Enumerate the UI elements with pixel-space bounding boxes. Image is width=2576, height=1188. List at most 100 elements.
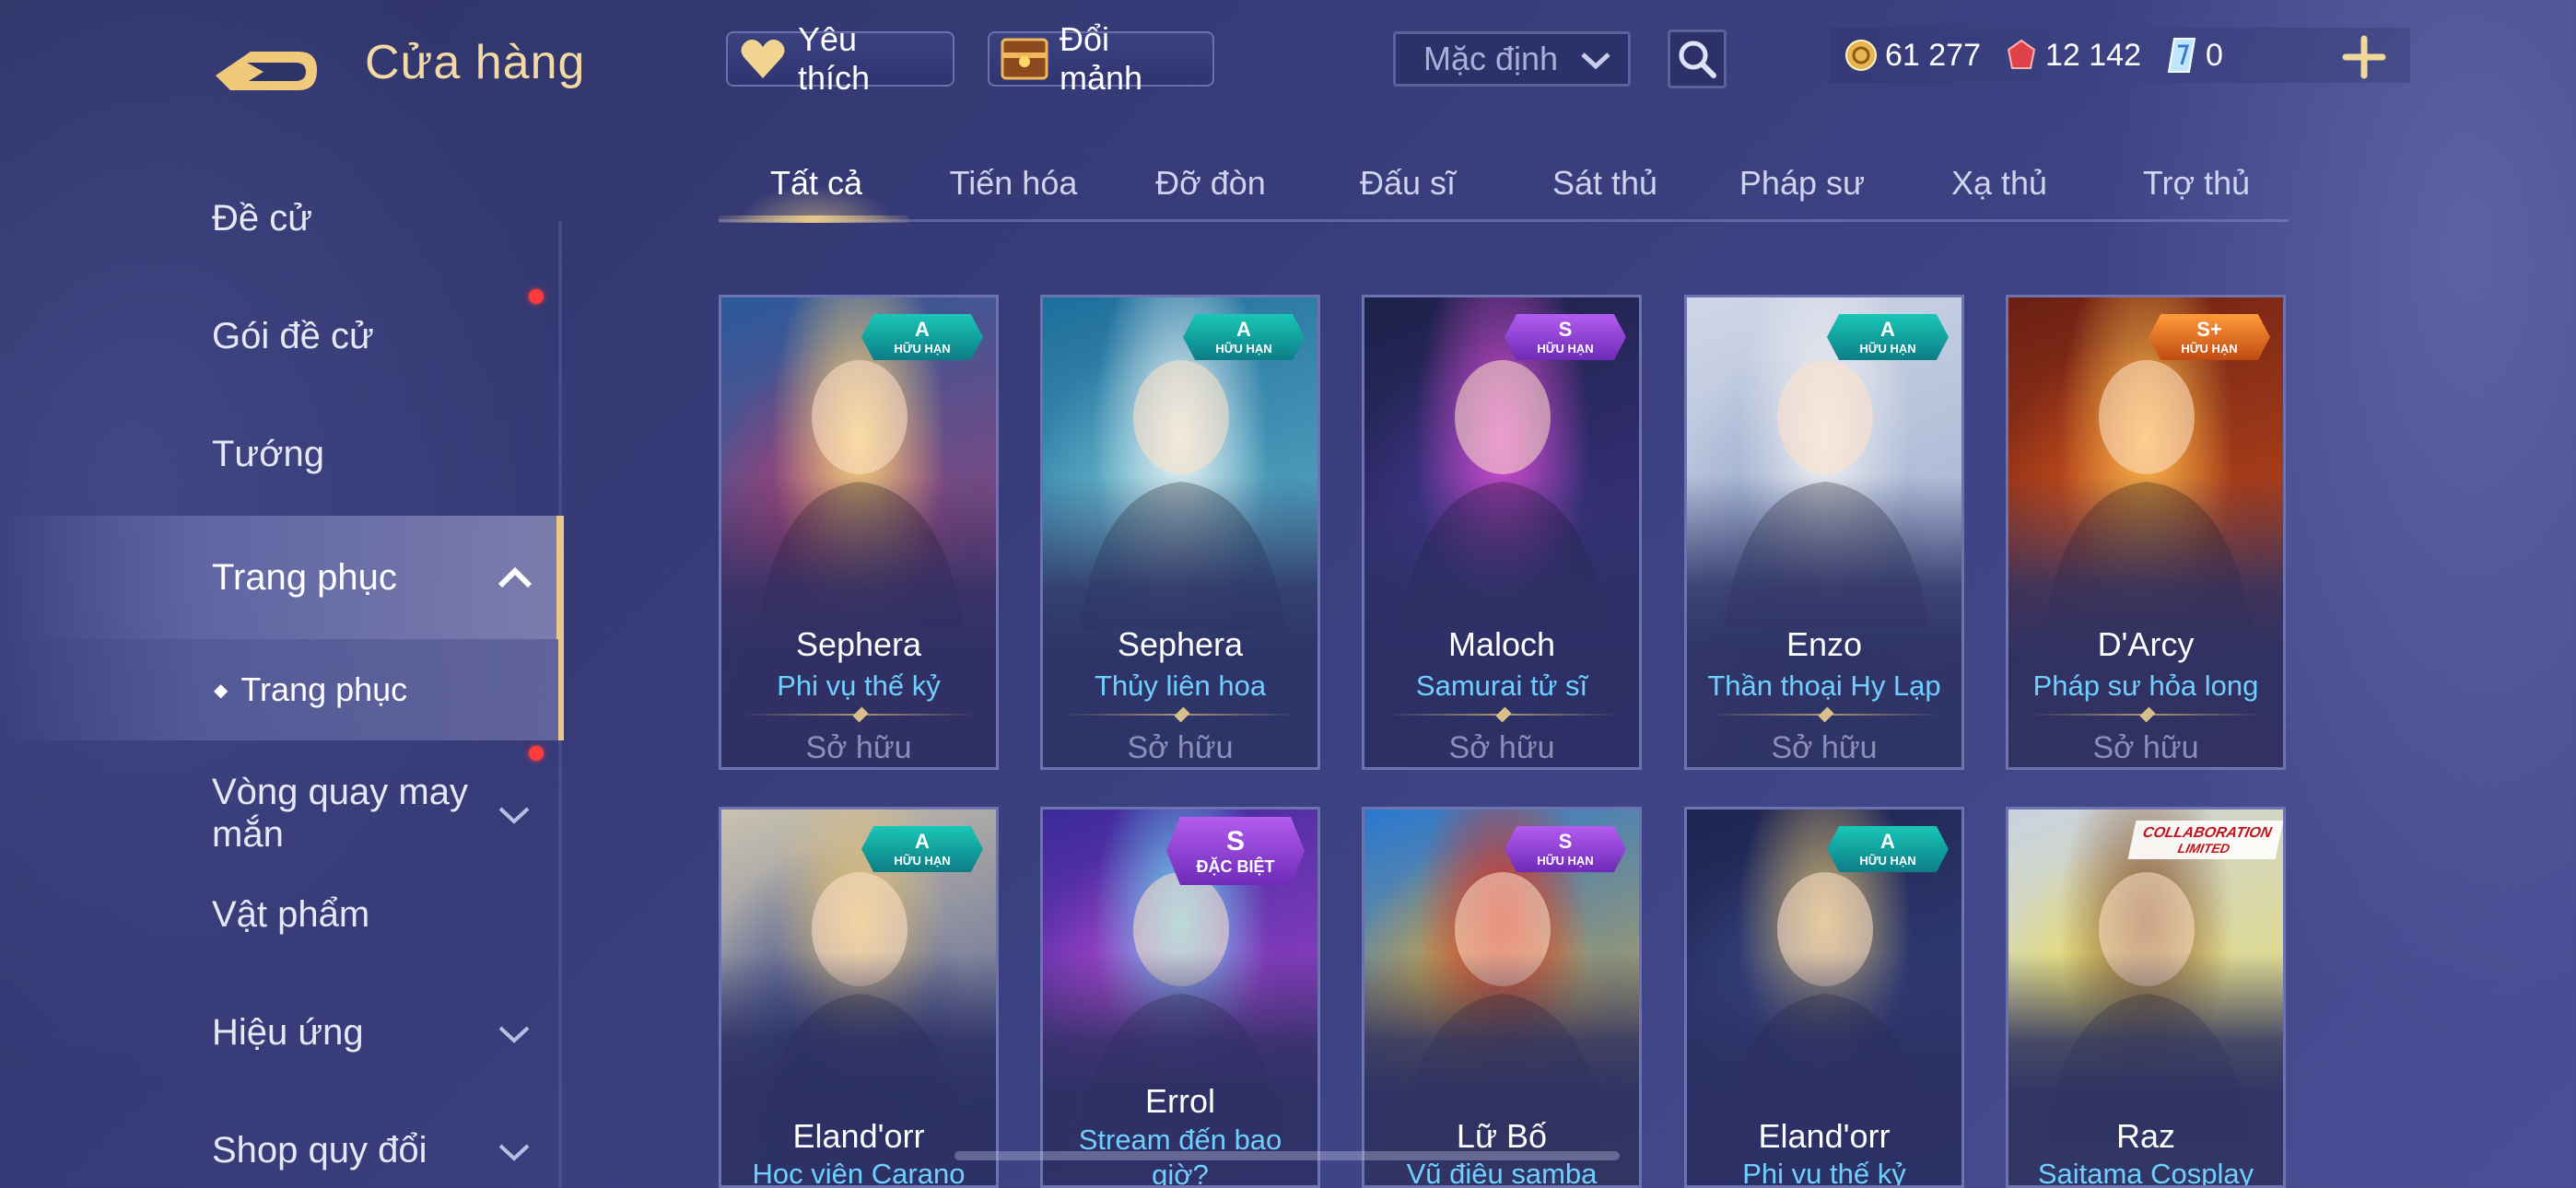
sidebar-item-skins[interactable]: Trang phục <box>0 516 564 639</box>
plus-icon <box>2342 35 2386 79</box>
card-shade <box>1687 475 1961 767</box>
rarity-tag: HỮU HẠN <box>1537 854 1594 868</box>
sidebar-item-items[interactable]: Vật phẩm <box>0 864 564 965</box>
rarity-badge: S ĐẶC BIỆT <box>1166 817 1305 885</box>
favorites-button[interactable]: Yêu thích <box>726 20 954 97</box>
hero-name: Lữ Bố <box>1456 1117 1548 1155</box>
active-indicator <box>556 516 564 639</box>
add-currency-button[interactable] <box>2340 33 2388 81</box>
sidebar-item-label: Hiệu ứng <box>212 1011 364 1053</box>
back-button[interactable] <box>210 39 319 98</box>
tab-fighter[interactable]: Đấu sĩ <box>1310 164 1505 203</box>
skin-name: Saitama Cosplay <box>2037 1158 2254 1188</box>
search-icon <box>1679 41 1716 78</box>
rarity-grade: A <box>915 830 930 853</box>
hero-name: Sephera <box>1117 625 1244 663</box>
rarity-tag: LIMITED <box>2176 840 2231 856</box>
skin-card[interactable]: A HỮU HẠN Eland'orr Phi vụ thế kỷ <box>1684 807 1964 1188</box>
skin-name: Phi vụ thế kỷ <box>777 670 941 702</box>
hero-name: Eland'orr <box>792 1117 925 1155</box>
card-shade <box>721 475 996 767</box>
favorites-label: Yêu thích <box>797 20 871 97</box>
skin-card[interactable]: A HỮU HẠN Enzo Thần thoại Hy Lạp Sở hữu <box>1684 295 1964 770</box>
horizontal-scrollbar[interactable] <box>954 1151 1620 1160</box>
hero-name: Errol <box>1144 1082 1215 1120</box>
skin-card[interactable]: COLLABORATION LIMITED Raz Saitama Cosplay <box>2006 807 2286 1188</box>
rarity-badge: A HỮU HẠN <box>1827 314 1949 360</box>
chevron-down-icon <box>498 793 531 834</box>
skin-card[interactable]: S HỮU HẠN Maloch Samurai tử sĩ Sở hữu <box>1362 295 1642 770</box>
rarity-badge: A HỮU HẠN <box>861 314 983 360</box>
card-shade <box>1364 475 1639 767</box>
tab-assassin[interactable]: Sát thủ <box>1507 164 1703 203</box>
rarity-grade: A <box>1880 830 1895 853</box>
skin-card[interactable]: A HỮU HẠN Sephera Thủy liên hoa Sở hữu <box>1040 295 1320 770</box>
currency-bar: 61 277 12 142 0 <box>1830 28 2410 83</box>
sidebar-item-recommended[interactable]: Đề cử <box>0 168 564 269</box>
gold-amount: 61 277 <box>1885 37 1981 73</box>
back-arrow-icon <box>216 52 317 90</box>
sidebar-item-label: Tướng <box>212 433 324 474</box>
voucher-currency: 12 142 <box>2005 38 2141 74</box>
chevron-up-icon <box>498 557 533 599</box>
notification-dot <box>529 746 544 761</box>
hero-name: Eland'orr <box>1758 1117 1891 1155</box>
exchange-fragments-button[interactable]: Đổi mảnh <box>988 20 1214 97</box>
rarity-grade: COLLABORATION <box>2141 824 2274 841</box>
owned-status: Sở hữu <box>1771 730 1878 765</box>
owned-status: Sở hữu <box>2092 730 2199 765</box>
tab-evolution[interactable]: Tiến hóa <box>916 164 1111 203</box>
heart-icon <box>737 36 789 82</box>
chevron-down-icon <box>498 1012 531 1054</box>
tab-support[interactable]: Trợ thủ <box>2099 164 2294 203</box>
rarity-badge: A HỮU HẠN <box>1183 314 1305 360</box>
sub-active-indicator <box>558 639 564 740</box>
sidebar-item-label: Gói đề cử <box>212 315 374 356</box>
sidebar-item-lucky-wheel[interactable]: Vòng quay may mắn <box>0 751 564 875</box>
treasure-chest-icon <box>999 36 1050 82</box>
sidebar-item-effects[interactable]: Hiệu ứng <box>0 982 564 1083</box>
sort-value: Mặc định <box>1423 40 1559 77</box>
sidebar-subitem-skins[interactable]: ◆ Trang phục <box>0 639 564 740</box>
sidebar-item-label: Shop quy đổi <box>212 1129 427 1171</box>
rarity-tag: HỮU HẠN <box>1215 342 1272 355</box>
hero-name: Sephera <box>795 625 922 663</box>
skin-card[interactable]: A HỮU HẠN Sephera Phi vụ thế kỷ Sở hữu <box>719 295 999 770</box>
hero-name: D'Arcy <box>2097 625 2195 663</box>
skin-card[interactable]: S ĐẶC BIỆT Errol Stream đến bao giờ? <box>1040 807 1320 1188</box>
tab-all[interactable]: Tất cả <box>719 164 914 203</box>
skin-card[interactable]: S HỮU HẠN Lữ Bố Vũ điệu samba <box>1362 807 1642 1188</box>
rarity-grade: S <box>1558 318 1573 341</box>
bullet-diamond-icon: ◆ <box>214 680 228 701</box>
skin-name: Samurai tử sĩ <box>1415 670 1588 702</box>
gold-coin-icon <box>1845 40 1877 71</box>
hero-name: Raz <box>2115 1117 2176 1155</box>
sidebar-item-recommended-bundles[interactable]: Gói đề cử <box>0 285 564 387</box>
skin-name: Học viện Carano <box>752 1158 966 1188</box>
rarity-tag: HỮU HẠN <box>1859 342 1916 355</box>
skin-name: Thủy liên hoa <box>1094 670 1267 702</box>
sort-dropdown[interactable]: Mặc định <box>1393 31 1631 87</box>
hero-name: Maloch <box>1447 625 1556 663</box>
sidebar-subitem-label: Trang phục <box>240 670 408 708</box>
tab-marksman[interactable]: Xạ thủ <box>1902 164 2097 203</box>
sidebar-item-exchange-shop[interactable]: Shop quy đổi <box>0 1100 564 1188</box>
owned-status: Sở hữu <box>1127 730 1234 765</box>
chevron-down-icon <box>498 1130 531 1171</box>
quan-huy-icon <box>2167 38 2196 73</box>
sidebar-item-heroes[interactable]: Tướng <box>0 403 564 505</box>
sidebar: Đề cử Gói đề cử Tướng Trang phục ◆ Trang… <box>0 166 564 1188</box>
exchange-label: Đổi mảnh <box>1060 20 1143 97</box>
tab-tank[interactable]: Đỡ đòn <box>1113 164 1308 203</box>
rarity-grade: A <box>1236 318 1251 341</box>
red-gem-icon <box>2007 39 2036 69</box>
skin-card[interactable]: A HỮU HẠN Eland'orr Học viện Carano <box>719 807 999 1188</box>
rarity-tag: HỮU HẠN <box>894 854 951 868</box>
rarity-tag: ĐẶC BIỆT <box>1196 856 1275 876</box>
search-button[interactable] <box>1668 29 1727 88</box>
skin-card[interactable]: S+ HỮU HẠN D'Arcy Pháp sư hỏa long Sở hữu <box>2006 295 2286 770</box>
sidebar-item-label: Vật phẩm <box>212 893 370 935</box>
sidebar-item-label: Trang phục <box>212 556 397 598</box>
rarity-badge: S HỮU HẠN <box>1505 826 1626 872</box>
tab-mage[interactable]: Pháp sư <box>1704 164 1900 203</box>
